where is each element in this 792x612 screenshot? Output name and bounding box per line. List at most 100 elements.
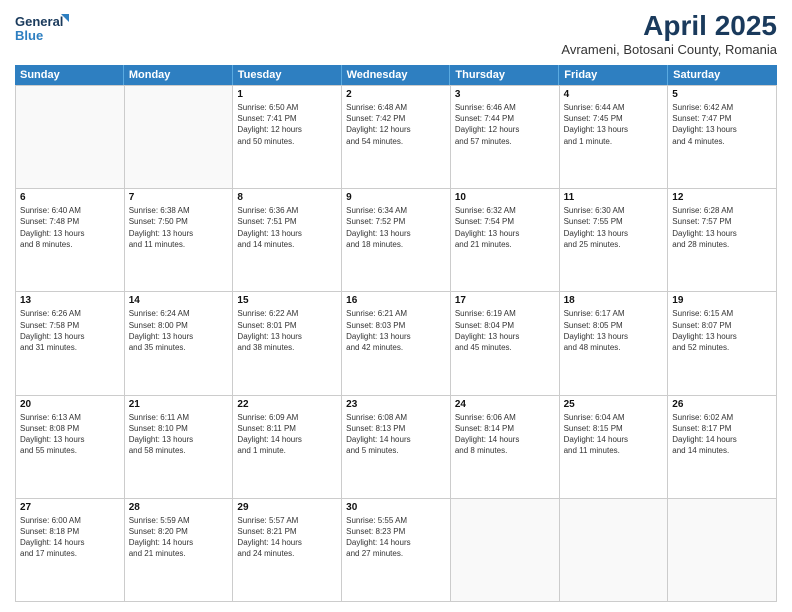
day-number: 2 [346,89,446,100]
cal-cell: 23 Sunrise: 6:08 AM Sunset: 8:13 PM Dayli… [342,396,451,499]
cal-cell: 12 Sunrise: 6:28 AM Sunset: 7:57 PM Dayli… [668,189,777,292]
cell-info: Sunrise: 6:08 AM Sunset: 8:13 PM Dayligh… [346,412,446,457]
header-wednesday: Wednesday [342,65,451,85]
cell-info: Sunrise: 6:46 AM Sunset: 7:44 PM Dayligh… [455,102,555,147]
cal-cell: 2 Sunrise: 6:48 AM Sunset: 7:42 PM Daylig… [342,86,451,189]
cell-info: Sunrise: 6:48 AM Sunset: 7:42 PM Dayligh… [346,102,446,147]
cell-info: Sunrise: 6:19 AM Sunset: 8:04 PM Dayligh… [455,308,555,353]
cell-info: Sunrise: 6:11 AM Sunset: 8:10 PM Dayligh… [129,412,229,457]
day-number: 11 [564,192,664,203]
logo-svg: General Blue [15,10,70,50]
cal-cell: 10 Sunrise: 6:32 AM Sunset: 7:54 PM Dayli… [451,189,560,292]
cell-info: Sunrise: 6:17 AM Sunset: 8:05 PM Dayligh… [564,308,664,353]
cell-info: Sunrise: 6:00 AM Sunset: 8:18 PM Dayligh… [20,515,120,560]
day-number: 15 [237,295,337,306]
day-number: 28 [129,502,229,513]
month-title: April 2025 [561,10,777,42]
cell-info: Sunrise: 5:57 AM Sunset: 8:21 PM Dayligh… [237,515,337,560]
cal-cell: 4 Sunrise: 6:44 AM Sunset: 7:45 PM Daylig… [560,86,669,189]
calendar-body: 1 Sunrise: 6:50 AM Sunset: 7:41 PM Daylig… [15,85,777,602]
day-number: 18 [564,295,664,306]
cal-cell: 16Sunrise: 6:21 AM Sunset: 8:03 PM Dayli… [342,292,451,395]
cell-info: Sunrise: 6:38 AM Sunset: 7:50 PM Dayligh… [129,205,229,250]
cal-cell: 18 Sunrise: 6:17 AM Sunset: 8:05 PM Dayli… [560,292,669,395]
cell-info: Sunrise: 6:22 AM Sunset: 8:01 PM Dayligh… [237,308,337,353]
cell-info: Sunrise: 6:02 AM Sunset: 8:17 PM Dayligh… [672,412,772,457]
cell-info: Sunrise: 6:28 AM Sunset: 7:57 PM Dayligh… [672,205,772,250]
day-number: 17 [455,295,555,306]
day-number: 7 [129,192,229,203]
page: General Blue April 2025 Avrameni, Botosa… [0,0,792,612]
cal-cell: 7 Sunrise: 6:38 AM Sunset: 7:50 PM Daylig… [125,189,234,292]
day-number: 23 [346,399,446,410]
header-monday: Monday [124,65,233,85]
cal-cell: 28 Sunrise: 5:59 AM Sunset: 8:20 PM Dayli… [125,499,234,602]
cal-cell: 26 Sunrise: 6:02 AM Sunset: 8:17 PM Dayli… [668,396,777,499]
cal-cell [125,86,234,189]
cell-info: Sunrise: 6:32 AM Sunset: 7:54 PM Dayligh… [455,205,555,250]
title-block: April 2025 Avrameni, Botosani County, Ro… [561,10,777,57]
header-tuesday: Tuesday [233,65,342,85]
day-number: 6 [20,192,120,203]
cell-info: Sunrise: 6:04 AM Sunset: 8:15 PM Dayligh… [564,412,664,457]
cell-info: Sunrise: 6:09 AM Sunset: 8:11 PM Dayligh… [237,412,337,457]
cell-info: Sunrise: 6:30 AM Sunset: 7:55 PM Dayligh… [564,205,664,250]
location-title: Avrameni, Botosani County, Romania [561,42,777,57]
cal-cell: 24 Sunrise: 6:06 AM Sunset: 8:14 PM Dayli… [451,396,560,499]
cal-cell: 5Sunrise: 6:42 AM Sunset: 7:47 PM Daylig… [668,86,777,189]
cal-cell: 6 Sunrise: 6:40 AM Sunset: 7:48 PM Daylig… [16,189,125,292]
cal-cell: 9Sunrise: 6:34 AM Sunset: 7:52 PM Daylig… [342,189,451,292]
day-number: 21 [129,399,229,410]
header-sunday: Sunday [15,65,124,85]
cal-cell: 19 Sunrise: 6:15 AM Sunset: 8:07 PM Dayli… [668,292,777,395]
day-number: 4 [564,89,664,100]
day-number: 8 [237,192,337,203]
cal-cell: 29Sunrise: 5:57 AM Sunset: 8:21 PM Dayli… [233,499,342,602]
cal-cell: 13Sunrise: 6:26 AM Sunset: 7:58 PM Dayli… [16,292,125,395]
day-number: 16 [346,295,446,306]
cal-cell: 20Sunrise: 6:13 AM Sunset: 8:08 PM Dayli… [16,396,125,499]
logo: General Blue [15,10,70,50]
day-number: 25 [564,399,664,410]
header: General Blue April 2025 Avrameni, Botosa… [15,10,777,57]
day-number: 1 [237,89,337,100]
cell-info: Sunrise: 6:40 AM Sunset: 7:48 PM Dayligh… [20,205,120,250]
day-number: 24 [455,399,555,410]
cell-info: Sunrise: 6:50 AM Sunset: 7:41 PM Dayligh… [237,102,337,147]
day-number: 5 [672,89,772,100]
day-number: 10 [455,192,555,203]
cal-cell: 1 Sunrise: 6:50 AM Sunset: 7:41 PM Daylig… [233,86,342,189]
cell-info: Sunrise: 6:36 AM Sunset: 7:51 PM Dayligh… [237,205,337,250]
cal-cell: 17 Sunrise: 6:19 AM Sunset: 8:04 PM Dayli… [451,292,560,395]
day-number: 13 [20,295,120,306]
day-number: 26 [672,399,772,410]
cell-info: Sunrise: 5:55 AM Sunset: 8:23 PM Dayligh… [346,515,446,560]
cal-cell: 14 Sunrise: 6:24 AM Sunset: 8:00 PM Dayli… [125,292,234,395]
cal-cell [451,499,560,602]
cell-info: Sunrise: 6:13 AM Sunset: 8:08 PM Dayligh… [20,412,120,457]
header-friday: Friday [559,65,668,85]
cal-cell: 30Sunrise: 5:55 AM Sunset: 8:23 PM Dayli… [342,499,451,602]
day-number: 19 [672,295,772,306]
cal-cell: 3 Sunrise: 6:46 AM Sunset: 7:44 PM Daylig… [451,86,560,189]
day-number: 9 [346,192,446,203]
cal-cell: 15 Sunrise: 6:22 AM Sunset: 8:01 PM Dayli… [233,292,342,395]
cal-cell: 22Sunrise: 6:09 AM Sunset: 8:11 PM Dayli… [233,396,342,499]
day-number: 12 [672,192,772,203]
cell-info: Sunrise: 5:59 AM Sunset: 8:20 PM Dayligh… [129,515,229,560]
cell-info: Sunrise: 6:44 AM Sunset: 7:45 PM Dayligh… [564,102,664,147]
header-saturday: Saturday [668,65,777,85]
cal-cell: 27Sunrise: 6:00 AM Sunset: 8:18 PM Dayli… [16,499,125,602]
svg-text:General: General [15,14,63,29]
day-number: 14 [129,295,229,306]
header-thursday: Thursday [450,65,559,85]
day-number: 3 [455,89,555,100]
cell-info: Sunrise: 6:15 AM Sunset: 8:07 PM Dayligh… [672,308,772,353]
cell-info: Sunrise: 6:06 AM Sunset: 8:14 PM Dayligh… [455,412,555,457]
cell-info: Sunrise: 6:24 AM Sunset: 8:00 PM Dayligh… [129,308,229,353]
svg-text:Blue: Blue [15,28,43,43]
cal-cell [560,499,669,602]
cal-cell [668,499,777,602]
cal-cell [16,86,125,189]
calendar-header: Sunday Monday Tuesday Wednesday Thursday… [15,65,777,85]
